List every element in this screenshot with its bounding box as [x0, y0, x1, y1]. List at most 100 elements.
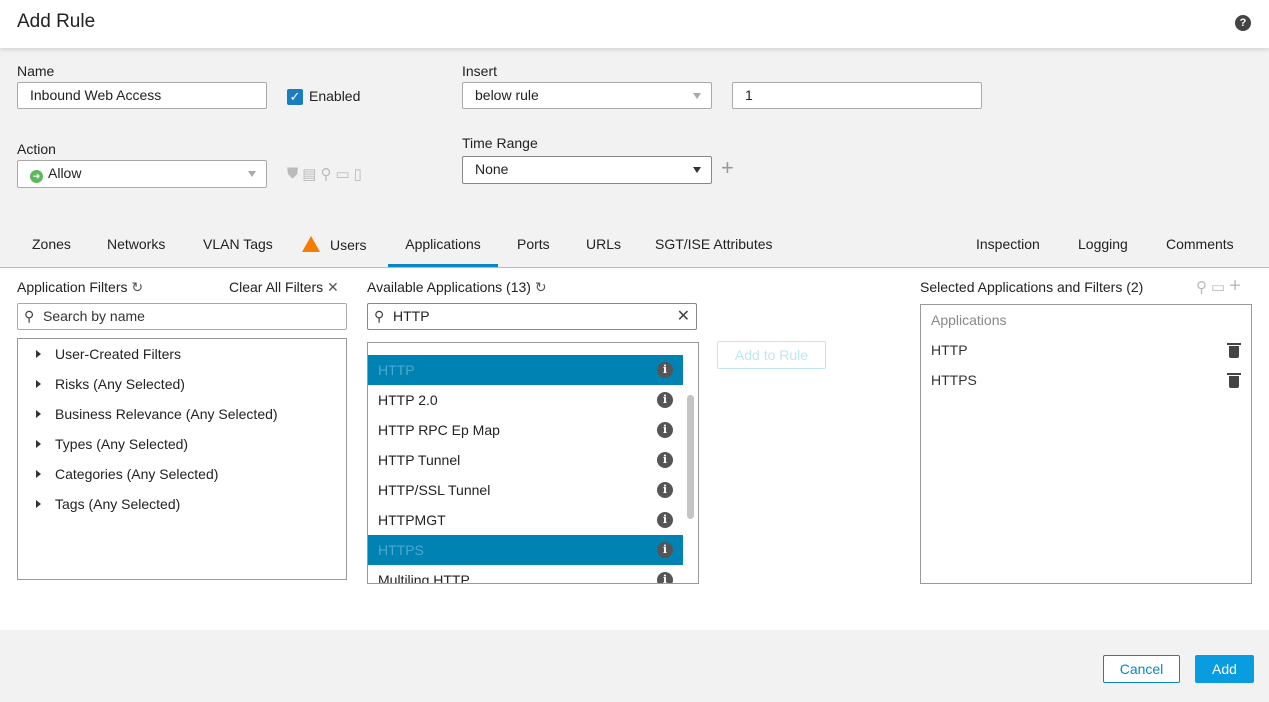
filter-business-relevance[interactable]: Business Relevance (Any Selected) — [36, 406, 278, 422]
action-icons: ⛊ ▤ ⚲ ▭ ▯ — [287, 165, 362, 183]
caret-right-icon — [36, 380, 41, 388]
filter-label: User-Created Filters — [55, 346, 182, 362]
filters-tree: User-Created Filters Risks (Any Selected… — [17, 338, 347, 580]
tab-logging[interactable]: Logging — [1078, 236, 1128, 267]
app-item-https[interactable]: HTTPS i — [368, 535, 683, 565]
info-icon[interactable]: i — [657, 572, 673, 583]
app-item-multiling-http[interactable]: Multiling HTTP i — [368, 565, 683, 583]
add-button[interactable]: Add — [1195, 655, 1254, 683]
tab-ports[interactable]: Ports — [517, 236, 550, 267]
document-icon[interactable]: ▯ — [354, 165, 362, 183]
caret-right-icon — [36, 410, 41, 418]
app-label: HTTP — [378, 362, 415, 378]
warning-icon — [302, 236, 320, 252]
scrollbar[interactable] — [687, 395, 694, 519]
info-icon[interactable]: i — [657, 392, 673, 408]
app-item-http[interactable]: HTTP i — [368, 355, 683, 385]
tab-zones[interactable]: Zones — [32, 236, 71, 267]
action-label: Action — [17, 141, 56, 157]
filter-search-input[interactable]: ⚲ Search by name — [17, 303, 347, 330]
selected-label: HTTP — [931, 342, 968, 358]
tab-urls[interactable]: URLs — [586, 236, 621, 267]
trash-icon[interactable] — [1227, 373, 1241, 388]
clear-all-filters-button[interactable]: Clear All Filters ✕ — [229, 279, 339, 296]
selected-title: Selected Applications and Filters (2) — [920, 279, 1144, 295]
selected-item-https: HTTPS — [931, 372, 1251, 388]
chevron-down-icon — [693, 93, 701, 99]
chevron-down-icon — [248, 171, 256, 177]
info-icon[interactable]: i — [657, 542, 673, 558]
info-icon[interactable]: i — [657, 512, 673, 528]
time-range-label: Time Range — [462, 135, 538, 151]
app-label: HTTP/SSL Tunnel — [378, 482, 491, 498]
app-label: HTTPS — [378, 542, 424, 558]
tab-vlan-tags[interactable]: VLAN Tags — [203, 236, 273, 267]
info-icon[interactable]: i — [657, 362, 673, 378]
app-item-http-rpc[interactable]: HTTP RPC Ep Map i — [368, 415, 683, 445]
dialog-title: Add Rule — [17, 11, 96, 32]
filter-types[interactable]: Types (Any Selected) — [36, 436, 188, 452]
tab-sgt-ise-attributes[interactable]: SGT/ISE Attributes — [655, 236, 773, 267]
user-lock-icon[interactable]: ⚲ — [320, 165, 331, 183]
action-select[interactable]: ➜ Allow — [17, 160, 267, 188]
app-item-http-ssl-tunnel[interactable]: HTTP/SSL Tunnel i — [368, 475, 683, 505]
browser-icon[interactable]: ▭ — [335, 165, 349, 183]
policy-shield-icon[interactable]: ▤ — [302, 165, 316, 183]
caret-right-icon — [36, 350, 41, 358]
refresh-icon[interactable]: ↻ — [131, 279, 143, 295]
action-value: Allow — [48, 165, 82, 181]
user-lock-icon[interactable]: ⚲ — [1196, 278, 1207, 296]
filter-categories[interactable]: Categories (Any Selected) — [36, 466, 218, 482]
selected-item-http: HTTP — [931, 342, 1251, 358]
dialog-footer: Cancel Add — [0, 630, 1269, 702]
filters-title: Application Filters ↻ — [17, 279, 143, 296]
filter-risks[interactable]: Risks (Any Selected) — [36, 376, 185, 392]
app-item-http-2[interactable]: HTTP 2.0 i — [368, 385, 683, 415]
tab-inspection[interactable]: Inspection — [976, 236, 1040, 267]
browser-icon[interactable]: ▭ — [1211, 278, 1225, 296]
caret-right-icon — [36, 500, 41, 508]
help-icon[interactable]: ? — [1235, 15, 1251, 31]
caret-right-icon — [36, 470, 41, 478]
insert-rule-input[interactable]: 1 — [732, 82, 982, 109]
clear-search-icon[interactable]: ✕ — [677, 304, 690, 329]
trash-icon[interactable] — [1227, 343, 1241, 358]
filter-tags[interactable]: Tags (Any Selected) — [36, 496, 180, 512]
name-input[interactable]: Inbound Web Access — [17, 82, 267, 109]
app-label: HTTPMGT — [378, 512, 446, 528]
info-icon[interactable]: i — [657, 482, 673, 498]
app-item-httpmgt[interactable]: HTTPMGT i — [368, 505, 683, 535]
filter-user-created[interactable]: User-Created Filters — [36, 346, 181, 362]
app-item-http-tunnel[interactable]: HTTP Tunnel i — [368, 445, 683, 475]
add-time-range-icon[interactable]: + — [721, 155, 734, 181]
add-icon[interactable]: + — [1229, 276, 1241, 296]
app-label: HTTP RPC Ep Map — [378, 422, 500, 438]
cancel-button[interactable]: Cancel — [1103, 655, 1180, 683]
close-icon: ✕ — [327, 279, 339, 295]
app-label: HTTP Tunnel — [378, 452, 461, 468]
filter-label: Business Relevance (Any Selected) — [55, 406, 278, 422]
search-icon: ⚲ — [374, 308, 385, 324]
insert-value: below rule — [475, 87, 539, 103]
tab-networks[interactable]: Networks — [107, 236, 165, 267]
time-range-value: None — [475, 161, 509, 177]
info-icon[interactable]: i — [657, 452, 673, 468]
enabled-checkbox[interactable]: ✓ — [287, 89, 303, 105]
insert-label: Insert — [462, 63, 498, 79]
refresh-icon[interactable]: ↻ — [535, 279, 547, 295]
tab-applications[interactable]: Applications — [388, 236, 498, 267]
info-icon[interactable]: i — [657, 422, 673, 438]
app-search-input[interactable]: ⚲ HTTP ✕ — [367, 303, 697, 330]
tab-comments[interactable]: Comments — [1166, 236, 1234, 267]
time-range-select[interactable]: None — [462, 156, 712, 184]
available-title-text: Available Applications (13) — [367, 279, 531, 295]
available-apps-list: HTTP i HTTP 2.0 i HTTP RPC Ep Map i HTTP Tu… — [367, 342, 699, 584]
allow-icon: ➜ — [30, 170, 43, 183]
shield-icon[interactable]: ⛊ — [287, 165, 298, 183]
selected-group-label: Applications — [931, 312, 1007, 328]
insert-select[interactable]: below rule — [462, 82, 712, 109]
add-to-rule-button[interactable]: Add to Rule — [717, 341, 826, 369]
dialog-header: Add Rule ? — [0, 0, 1269, 48]
filter-label: Types (Any Selected) — [55, 436, 189, 452]
tab-users[interactable]: Users — [302, 236, 367, 267]
